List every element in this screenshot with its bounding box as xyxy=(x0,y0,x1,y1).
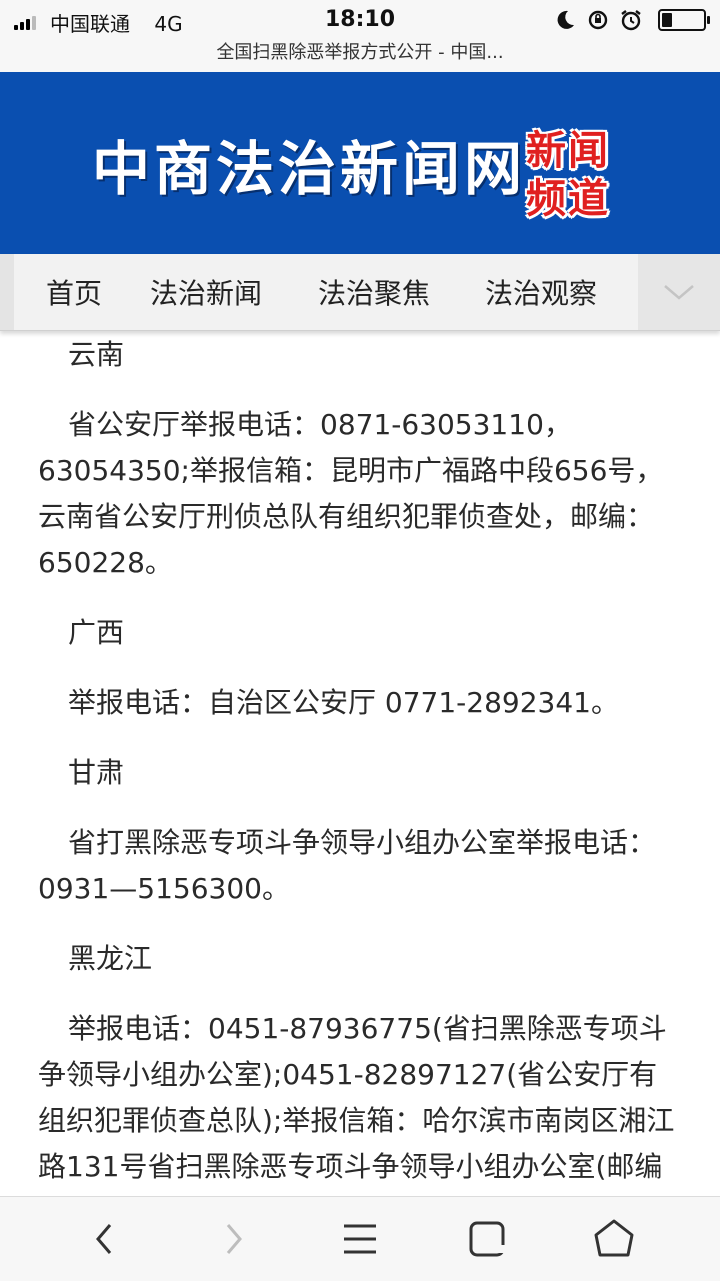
section-heading-yunnan: 云南 xyxy=(68,338,125,371)
browser-toolbar xyxy=(0,1196,720,1281)
menu-icon[interactable] xyxy=(336,1215,384,1263)
forward-icon[interactable] xyxy=(210,1215,258,1263)
back-icon[interactable] xyxy=(80,1215,128,1263)
channel-badge: 新闻 频道 xyxy=(524,116,632,222)
main-nav: 首页 法治新闻 法治聚焦 法治观察 xyxy=(0,254,720,331)
article-body: 云南 省公安厅举报电话：0871-63053110，63054350;举报信箱：… xyxy=(38,330,678,1198)
site-logo-text: 中商法治新闻网 xyxy=(92,135,527,203)
nav-item-legal-observation[interactable]: 法治观察 xyxy=(485,272,597,312)
site-banner[interactable]: 中商法治新闻网 新闻 频道 xyxy=(0,72,720,254)
nav-item-home[interactable]: 首页 xyxy=(46,272,102,312)
paragraph-guangxi: 举报电话：自治区公安厅 0771-2892341。 xyxy=(68,686,619,719)
moon-icon xyxy=(557,10,574,29)
nav-scroll-edge xyxy=(0,254,14,330)
rotation-lock-icon xyxy=(588,10,608,30)
paragraph-heilongjiang: 举报电话：0451-87936775(省扫黑除恶专项斗争领导小组办公室);045… xyxy=(38,1012,675,1198)
tabs-icon[interactable] xyxy=(464,1215,512,1263)
section-heading-guangxi: 广西 xyxy=(68,616,125,649)
paragraph-gansu: 省打黑除恶专项斗争领导小组办公室举报电话：0931—5156300。 xyxy=(38,826,657,905)
paragraph-yunnan: 省公安厅举报电话：0871-63053110，63054350;举报信箱：昆明市… xyxy=(38,408,664,579)
alarm-icon xyxy=(621,10,641,31)
nav-more-button[interactable] xyxy=(638,254,720,330)
chevron-down-icon xyxy=(664,285,694,300)
battery-icon xyxy=(658,9,710,31)
nav-item-legal-focus[interactable]: 法治聚焦 xyxy=(318,272,430,312)
section-heading-gansu: 甘肃 xyxy=(68,756,125,789)
status-bar: 中国联通 4G 18:10 全国扫黑除恶举报方式公开 - 中国... xyxy=(0,0,720,72)
nav-item-legal-news[interactable]: 法治新闻 xyxy=(150,272,262,312)
badge-line-2: 频道 xyxy=(526,175,610,222)
section-heading-heilongjiang: 黑龙江 xyxy=(68,942,153,975)
page-title[interactable]: 全国扫黑除恶举报方式公开 - 中国... xyxy=(0,38,720,64)
home-icon[interactable] xyxy=(590,1215,638,1263)
